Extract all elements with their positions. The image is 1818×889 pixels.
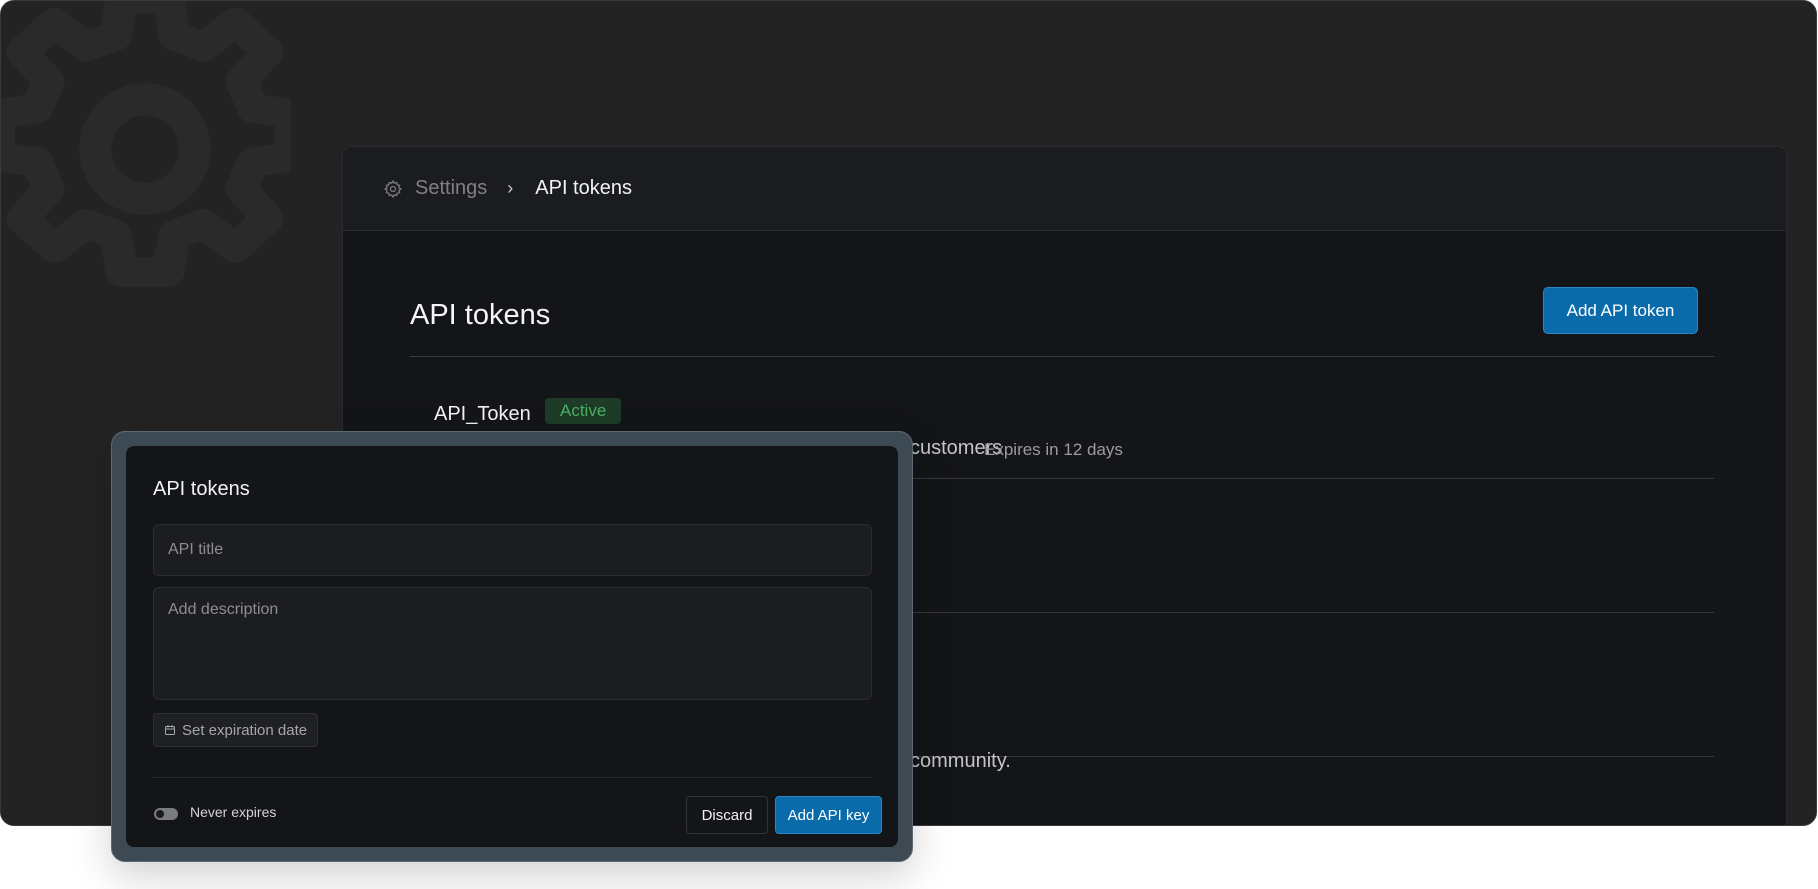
never-expires-label: Never expires xyxy=(190,804,277,820)
calendar-icon xyxy=(164,724,176,736)
set-expiration-date-label: Set expiration date xyxy=(182,721,308,739)
breadcrumb: Settings › API tokens xyxy=(343,147,1786,231)
set-expiration-date-button[interactable]: Set expiration date xyxy=(153,713,319,747)
add-api-token-button[interactable]: Add API token xyxy=(1543,287,1698,334)
breadcrumb-settings-link[interactable]: Settings xyxy=(415,177,487,200)
page-header: API tokens Add API token xyxy=(410,287,1714,357)
divider xyxy=(153,777,872,778)
description-input[interactable] xyxy=(153,587,872,700)
api-title-input[interactable] xyxy=(153,524,872,576)
add-api-token-dialog: API tokens Set expiration date Never exp… xyxy=(111,431,913,862)
gear-icon xyxy=(383,179,403,199)
dialog-title: API tokens xyxy=(153,478,250,500)
token-expiry: Expires in 12 days xyxy=(984,440,1123,459)
breadcrumb-separator: › xyxy=(507,178,514,198)
background-gear-icon xyxy=(1,1,308,297)
token-description: community. xyxy=(910,750,1011,772)
status-badge: Active xyxy=(545,398,622,424)
breadcrumb-current: API tokens xyxy=(535,177,632,199)
token-name: API_Token xyxy=(434,403,531,425)
never-expires-toggle[interactable] xyxy=(154,808,178,820)
discard-button[interactable]: Discard xyxy=(686,796,768,834)
dialog-body: API tokens Set expiration date Never exp… xyxy=(126,446,898,847)
add-api-key-button[interactable]: Add API key xyxy=(775,796,882,834)
page-title: API tokens xyxy=(410,299,551,331)
toggle-knob xyxy=(156,810,164,818)
